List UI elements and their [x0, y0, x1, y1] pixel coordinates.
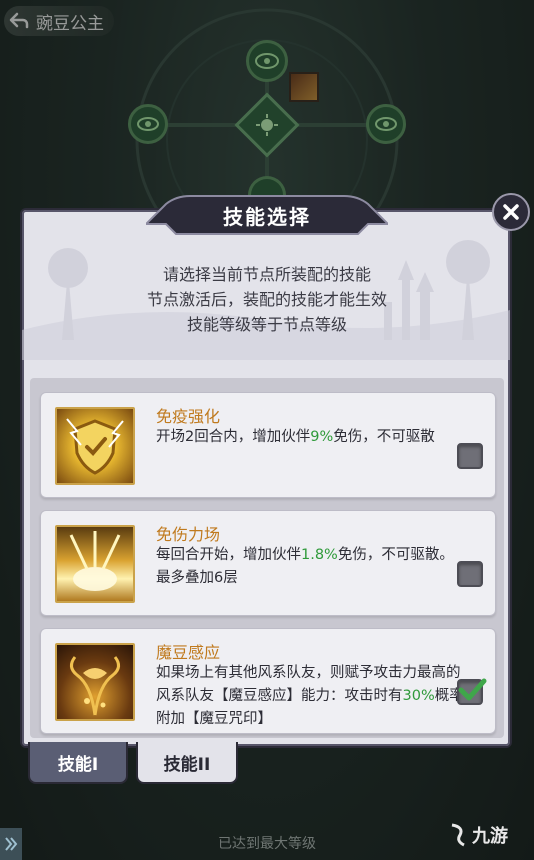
instruction-line: 技能等级等于节点等级: [186, 315, 347, 334]
skill-description: 每回合开始，增加伙伴1.8%免伤，不可驱散。最多叠加6层: [156, 544, 456, 590]
tab-skill-1[interactable]: 技能I: [28, 742, 128, 784]
back-label: 豌豆公主: [36, 13, 104, 34]
watermark-text: 九游: [472, 826, 508, 847]
instruction-line: 节点激活后，装配的技能才能生效: [146, 290, 387, 309]
magic-bean-icon: [55, 643, 135, 721]
tab-skill-2[interactable]: 技能II: [136, 742, 238, 784]
skill-name: 魔豆感应: [156, 643, 221, 662]
desc-highlight: 9%: [310, 429, 334, 445]
skill-list[interactable]: 免疫强化 开场2回合内，增加伙伴9%免伤，不可驱散 免伤力场 每回合开始，增加伙…: [30, 378, 504, 738]
instruction-line: 请选择当前节点所装配的技能: [162, 265, 371, 284]
tree-node-skill-thumb[interactable]: [289, 72, 319, 102]
skill-card[interactable]: 免伤力场 每回合开始，增加伙伴1.8%免伤，不可驱散。最多叠加6层: [40, 510, 496, 616]
close-button[interactable]: [492, 193, 530, 231]
back-button[interactable]: 豌豆公主: [4, 6, 114, 36]
close-icon: [503, 204, 519, 220]
skill-card[interactable]: 免疫强化 开场2回合内，增加伙伴9%免伤，不可驱散: [40, 392, 496, 498]
skill-tree-screen: 豌豆公主 技能选择 请选择当前节点所装配的技能 节点激活后，装配的技能才能生效 …: [0, 0, 534, 860]
desc-text: 免伤，不可驱散: [333, 429, 435, 445]
tree-node-top[interactable]: [246, 40, 288, 82]
eye-icon: [255, 53, 279, 69]
force-field-icon: [55, 525, 135, 603]
eye-icon: [137, 117, 159, 131]
skill-name: 免伤力场: [156, 525, 221, 544]
desc-highlight: 1.8%: [301, 547, 338, 563]
shield-lightning-icon: [55, 407, 135, 485]
dialog-title: 技能选择: [223, 204, 311, 229]
skill-checkbox[interactable]: [457, 678, 487, 705]
back-arrow-icon: [8, 10, 30, 32]
tree-node-right[interactable]: [366, 104, 406, 144]
eye-icon: [375, 117, 397, 131]
desc-highlight: 30%: [402, 688, 435, 704]
skill-checkbox[interactable]: [457, 443, 483, 469]
desc-text: 开场2回合内，增加伙伴: [156, 429, 311, 445]
checkmark-icon: [458, 678, 487, 701]
skill-checkbox[interactable]: [457, 561, 483, 587]
dialog-title-banner: 技能选择: [146, 190, 388, 240]
watermark: 九游: [446, 822, 508, 848]
skill-card[interactable]: 魔豆感应 如果场上有其他风系队友，则赋予攻击力最高的风系队友【魔豆感应】能力：攻…: [40, 628, 496, 734]
watermark-logo-icon: [451, 823, 465, 847]
skill-description: 开场2回合内，增加伙伴9%免伤，不可驱散: [156, 426, 456, 449]
tree-node-left[interactable]: [128, 104, 168, 144]
skill-description: 如果场上有其他风系队友，则赋予攻击力最高的风系队友【魔豆感应】能力：攻击时有30…: [156, 662, 466, 731]
skill-name: 免疫强化: [156, 407, 221, 426]
desc-text: 每回合开始，增加伙伴: [156, 547, 301, 563]
instructions: 请选择当前节点所装配的技能 节点激活后，装配的技能才能生效 技能等级等于节点等级: [40, 262, 494, 337]
sun-icon: [256, 114, 278, 136]
